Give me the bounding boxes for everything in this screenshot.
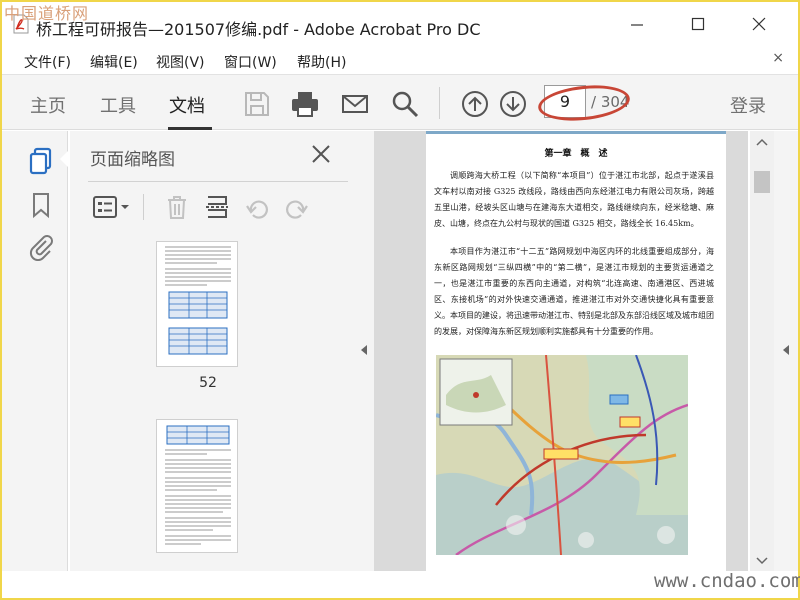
thumbnail-page-preview xyxy=(165,425,231,545)
right-panel-rail xyxy=(774,131,798,571)
minimize-icon xyxy=(631,24,643,26)
document-scroll-thumb[interactable] xyxy=(754,171,770,193)
panel-title: 页面缩略图 xyxy=(90,150,175,170)
rotate-right-icon[interactable] xyxy=(284,194,310,220)
menu-file[interactable]: 文件(F) xyxy=(24,52,71,72)
close-window-button[interactable] xyxy=(744,12,774,36)
tab-document[interactable]: 文档 xyxy=(169,92,205,118)
tab-home[interactable]: 主页 xyxy=(30,92,66,118)
maximize-button[interactable] xyxy=(683,12,713,36)
thumbnail-toolbar xyxy=(88,181,348,227)
doc-scroll-up-icon[interactable] xyxy=(750,137,774,149)
active-tab-indicator xyxy=(168,127,212,130)
maximize-icon xyxy=(691,17,705,31)
expand-right-panel-icon[interactable] xyxy=(774,343,798,357)
document-paragraph: 调顺跨海大桥工程（以下简称“本项目”）位于湛江市北部，起点于遂溪县文车村以南对接… xyxy=(434,171,714,228)
save-icon[interactable] xyxy=(242,89,272,119)
thumbnail-page-number: 52 xyxy=(199,375,217,391)
watermark-bottom: www.cndao.com xyxy=(654,570,800,592)
toolbar-separator xyxy=(439,87,440,119)
next-page-icon[interactable] xyxy=(498,89,528,119)
menu-help[interactable]: 帮助(H) xyxy=(297,52,346,72)
menu-bar: 文件(F) 编辑(E) 视图(V) 窗口(W) 帮助(H) × xyxy=(2,46,798,72)
doc-scroll-down-icon[interactable] xyxy=(750,555,774,567)
close-icon xyxy=(752,17,766,31)
menu-view[interactable]: 视图(V) xyxy=(156,52,205,72)
navigation-rail xyxy=(2,131,68,571)
page-thumbnail[interactable] xyxy=(156,241,238,367)
collapse-left-icon[interactable] xyxy=(356,343,374,357)
previous-page-icon[interactable] xyxy=(460,89,490,119)
map-graphic xyxy=(436,355,688,555)
menu-window[interactable]: 窗口(W) xyxy=(224,52,277,72)
thumbnail-page-preview xyxy=(165,246,231,355)
route-map-image xyxy=(436,355,688,555)
bookmarks-icon[interactable] xyxy=(28,191,54,219)
email-icon[interactable] xyxy=(340,89,370,119)
tab-tools[interactable]: 工具 xyxy=(100,92,136,118)
page-header-rule xyxy=(426,131,726,134)
attachments-icon[interactable] xyxy=(28,233,54,261)
minimize-button[interactable] xyxy=(622,12,652,36)
document-scrollbar[interactable] xyxy=(750,131,774,571)
close-panel-icon[interactable] xyxy=(310,143,332,165)
rotate-left-icon[interactable] xyxy=(244,194,270,220)
print-icon[interactable] xyxy=(290,89,320,119)
page-thumbnails-icon[interactable] xyxy=(28,147,54,175)
page-thumbnail[interactable] xyxy=(156,419,238,553)
chapter-title: 第一章 概 述 xyxy=(544,149,608,159)
thumbnails-panel: 页面缩略图 52 xyxy=(70,131,420,571)
close-document-button[interactable]: × xyxy=(772,50,784,66)
panel-splitter[interactable] xyxy=(356,131,374,571)
rail-active-notch xyxy=(60,150,69,168)
delete-page-icon[interactable] xyxy=(164,194,190,220)
window-title: 桥工程可研报告—201507修编.pdf - Adobe Acrobat Pro… xyxy=(36,20,481,39)
menu-edit[interactable]: 编辑(E) xyxy=(90,52,138,72)
main-toolbar: 主页 工具 文档 xyxy=(2,74,798,130)
document-paragraph: 本项目作为湛江市“十二五”路网规划中海区内环的北线重要组成部分，海东新区路网规划… xyxy=(434,247,714,336)
title-bar: 桥工程可研报告—201507修编.pdf - Adobe Acrobat Pro… xyxy=(2,2,798,42)
watermark-top: 中国道桥网 xyxy=(4,4,90,23)
extract-page-icon[interactable] xyxy=(204,194,230,220)
options-menu-icon[interactable] xyxy=(92,194,132,220)
thumbnail-toolbar-separator xyxy=(143,194,144,220)
login-button[interactable]: 登录 xyxy=(730,92,766,118)
search-icon[interactable] xyxy=(390,89,420,119)
